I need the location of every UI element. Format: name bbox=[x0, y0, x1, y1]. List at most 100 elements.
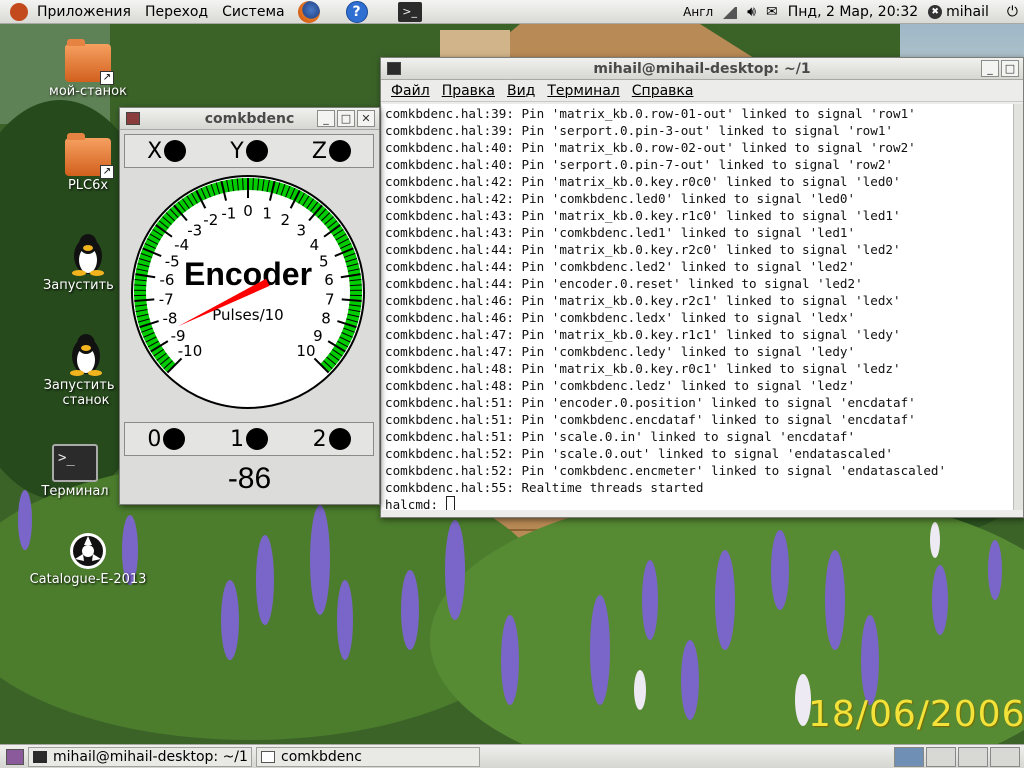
tux-launcher-icon bbox=[66, 330, 106, 376]
terminal-menubar: Файл Правка Вид Терминал Справка bbox=[381, 80, 1023, 102]
terminal-line: comkbdenc.hal:42: Pin 'matrix_kb.0.key.r… bbox=[385, 174, 901, 189]
terminal-output[interactable]: comkbdenc.hal:39: Pin 'matrix_kb.0.row-0… bbox=[382, 104, 1020, 510]
gauge-tick-label: 3 bbox=[296, 222, 306, 240]
minimize-button[interactable]: _ bbox=[981, 60, 999, 77]
axis-led-label-y: Y bbox=[230, 138, 244, 164]
terminal-line: comkbdenc.hal:40: Pin 'matrix_kb.0.row-0… bbox=[385, 140, 916, 155]
menu-file[interactable]: Файл bbox=[385, 83, 436, 99]
workspace-3[interactable] bbox=[958, 747, 988, 767]
close-button[interactable]: ✕ bbox=[357, 110, 375, 127]
terminal-cursor bbox=[445, 496, 455, 510]
gauge-tick-label: -3 bbox=[187, 222, 202, 240]
applications-logo-icon[interactable] bbox=[10, 2, 28, 21]
terminal-line: comkbdenc.hal:52: Pin 'comkbdenc.encmete… bbox=[385, 463, 947, 478]
menu-help[interactable]: Справка bbox=[626, 83, 700, 99]
desktop-icon-terminal[interactable]: >_ Терминал bbox=[20, 444, 130, 499]
led-1-indicator bbox=[245, 428, 268, 450]
terminal-window: mihail@mihail-desktop: ~/1 _ □ Файл Прав… bbox=[380, 57, 1024, 518]
window-small-icon bbox=[261, 750, 275, 763]
gauge-tick-label: -9 bbox=[171, 327, 186, 345]
gauge-tick-label: -7 bbox=[159, 290, 174, 308]
bottom-taskbar: mihail@mihail-desktop: ~/1 comkbdenc bbox=[0, 744, 1024, 768]
terminal-line: comkbdenc.hal:39: Pin 'serport.0.pin-3-o… bbox=[385, 123, 893, 138]
terminal-line: comkbdenc.hal:51: Pin 'scale.0.in' linke… bbox=[385, 429, 856, 444]
menu-system[interactable]: Система bbox=[217, 4, 289, 20]
terminal-line: comkbdenc.hal:44: Pin 'encoder.0.reset' … bbox=[385, 276, 863, 291]
firefox-icon[interactable] bbox=[297, 0, 320, 23]
led-x-indicator bbox=[164, 140, 187, 162]
folder-link-icon: ↗ bbox=[65, 133, 114, 179]
terminal-prompt: halcmd: bbox=[385, 497, 446, 510]
gauge-tick-label: -1 bbox=[221, 204, 236, 222]
show-desktop-icon[interactable] bbox=[6, 748, 24, 765]
volume-icon[interactable]: 🔊︎ bbox=[747, 4, 756, 20]
shutdown-icon[interactable]: ⏻ bbox=[1007, 4, 1018, 20]
menu-applications[interactable]: Приложения bbox=[32, 4, 136, 20]
taskbar-item-label: comkbdenc bbox=[281, 748, 362, 765]
terminal-line: comkbdenc.hal:51: Pin 'comkbdenc.encdata… bbox=[385, 412, 916, 427]
terminal-prompt-line[interactable]: halcmd: bbox=[385, 496, 1017, 510]
minimize-button[interactable]: _ bbox=[317, 110, 335, 127]
axis-led-label-z: Z bbox=[311, 138, 327, 164]
terminal-titlebar[interactable]: mihail@mihail-desktop: ~/1 _ □ bbox=[381, 58, 1023, 80]
terminal-line: comkbdenc.hal:55: Realtime threads start… bbox=[385, 480, 704, 495]
taskbar-item-terminal[interactable]: mihail@mihail-desktop: ~/1 bbox=[28, 746, 252, 767]
key-leds-panel: 0 1 2 bbox=[124, 422, 374, 456]
network-icon[interactable] bbox=[723, 5, 738, 19]
wallpaper-date-stamp: 18/06/2006 bbox=[808, 694, 1024, 735]
top-panel: Приложения Переход Система ? >_ Англ 🔊︎ … bbox=[0, 0, 1024, 24]
terminal-line: comkbdenc.hal:47: Pin 'matrix_kb.0.key.r… bbox=[385, 327, 901, 342]
keyboard-layout-indicator[interactable]: Англ bbox=[683, 5, 713, 19]
desktop-icon-label: Catalogue-E-2013 bbox=[29, 572, 147, 587]
terminal-line: comkbdenc.hal:48: Pin 'comkbdenc.ledz' l… bbox=[385, 378, 856, 393]
gauge-tick-label: 6 bbox=[324, 271, 334, 289]
gauge-tick-label: 7 bbox=[325, 290, 335, 308]
help-icon[interactable]: ? bbox=[345, 0, 368, 23]
folder-link-icon: ↗ bbox=[65, 39, 114, 85]
gauge-minor-tick bbox=[252, 178, 254, 191]
menu-view[interactable]: Вид bbox=[501, 83, 541, 99]
catalogue-icon bbox=[69, 532, 107, 570]
user-name[interactable]: mihail bbox=[946, 4, 989, 20]
gauge-tick-label: -8 bbox=[163, 309, 178, 327]
desktop-icon-catalogue[interactable]: Catalogue-E-2013 bbox=[30, 532, 146, 587]
gauge-tick-label: 0 bbox=[243, 202, 253, 220]
clock[interactable]: Пнд, 2 Мар, 20:32 bbox=[788, 4, 918, 20]
desktop-icon-my-machine[interactable]: ↗ мой-станок bbox=[33, 39, 143, 99]
desktop-icon-label: мой-станок bbox=[49, 84, 127, 99]
menu-terminal[interactable]: Терминал bbox=[541, 83, 625, 99]
workspace-4[interactable] bbox=[990, 747, 1020, 767]
gauge-unit: Pulses/10 bbox=[212, 306, 283, 324]
workspace-1[interactable] bbox=[894, 747, 924, 767]
comkbdenc-window: comkbdenc _ □ ✕ X Y Z -10 -9 -8 -7 -6 -5 -4 -3-… bbox=[119, 107, 380, 505]
terminal-line: comkbdenc.hal:44: Pin 'comkbdenc.led2' l… bbox=[385, 259, 856, 274]
maximize-button[interactable]: □ bbox=[337, 110, 355, 127]
user-switch-icon[interactable]: ✖ bbox=[928, 5, 943, 19]
led-z-indicator bbox=[328, 140, 351, 162]
terminal-line: comkbdenc.hal:39: Pin 'matrix_kb.0.row-0… bbox=[385, 106, 916, 121]
key-led-label-1: 1 bbox=[229, 426, 244, 452]
taskbar-item-comkbdenc[interactable]: comkbdenc bbox=[256, 746, 480, 767]
terminal-small-icon bbox=[33, 750, 47, 763]
terminal-line: comkbdenc.hal:46: Pin 'matrix_kb.0.key.r… bbox=[385, 293, 901, 308]
gauge-title: Encoder bbox=[184, 256, 312, 292]
terminal-line: comkbdenc.hal:44: Pin 'matrix_kb.0.key.r… bbox=[385, 242, 901, 257]
tux-launcher-icon bbox=[68, 230, 108, 276]
maximize-button[interactable]: □ bbox=[1001, 60, 1019, 77]
taskbar-item-label: mihail@mihail-desktop: ~/1 bbox=[53, 748, 248, 765]
gauge-tick-label: 4 bbox=[310, 236, 320, 254]
terminal-line: comkbdenc.hal:43: Pin 'comkbdenc.led1' l… bbox=[385, 225, 856, 240]
comkbdenc-titlebar[interactable]: comkbdenc _ □ ✕ bbox=[120, 108, 379, 130]
terminal-line: comkbdenc.hal:42: Pin 'comkbdenc.led0' l… bbox=[385, 191, 856, 206]
terminal-launcher-icon[interactable]: >_ bbox=[397, 1, 422, 22]
terminal-scrollbar[interactable] bbox=[1013, 104, 1023, 510]
gauge-tick-label: 5 bbox=[319, 253, 329, 271]
led-2-indicator bbox=[328, 428, 351, 450]
terminal-icon: >_ bbox=[52, 444, 98, 482]
workspace-2[interactable] bbox=[926, 747, 956, 767]
menu-edit[interactable]: Правка bbox=[436, 83, 501, 99]
mail-icon[interactable]: ✉ bbox=[766, 4, 778, 20]
menu-places[interactable]: Переход bbox=[140, 4, 213, 20]
terminal-line: comkbdenc.hal:40: Pin 'serport.0.pin-7-o… bbox=[385, 157, 893, 172]
desktop-icon-label: Терминал bbox=[41, 484, 109, 499]
